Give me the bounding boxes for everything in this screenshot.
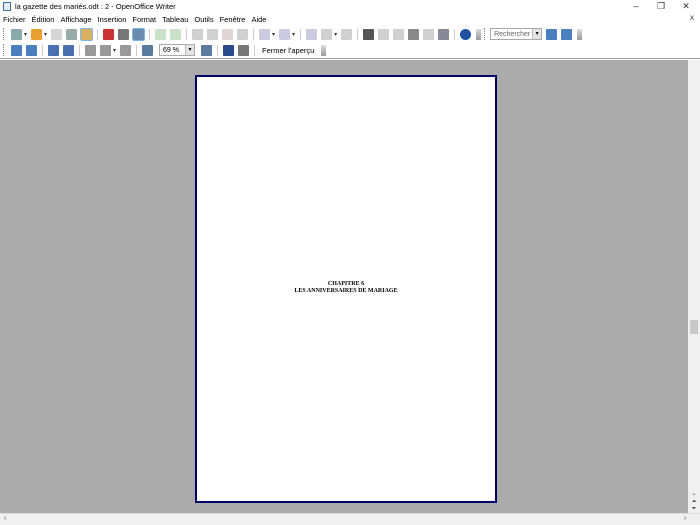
auto-spellcheck-icon[interactable] <box>170 28 182 40</box>
cut-icon[interactable] <box>192 28 204 40</box>
menu-fichier[interactable]: Fichier <box>3 15 26 24</box>
toolbar-grip[interactable] <box>3 44 6 56</box>
book-preview-icon[interactable] <box>120 44 132 56</box>
document-page: CHAPITRE 6 LES ANNIVERSAIRES DE MARIAGE <box>195 75 497 503</box>
help-icon[interactable] <box>460 28 472 40</box>
toolbar-grip[interactable] <box>3 28 6 40</box>
zoom-icon[interactable] <box>438 28 450 40</box>
chevron-down-icon[interactable]: ▾ <box>185 45 195 55</box>
menu-format[interactable]: Format <box>132 15 156 24</box>
previous-page-scroll-icon[interactable]: ⏶ <box>688 499 700 506</box>
spellcheck-icon[interactable] <box>155 28 167 40</box>
menu-outils[interactable]: Outils <box>194 15 213 24</box>
page-preview-toolbar: ▾ 69 % ▾ Fermer l'aperçu <box>0 42 700 59</box>
navigator-icon[interactable] <box>378 28 390 40</box>
zoom-in-icon[interactable] <box>142 44 154 56</box>
toolbar-grip[interactable] <box>484 28 487 40</box>
data-sources-icon[interactable] <box>408 28 420 40</box>
copy-icon[interactable] <box>207 28 219 40</box>
show-draw-functions-icon[interactable] <box>341 28 353 40</box>
standard-toolbar: ▾ ▾ ▾ ▾ ▾ Rechercher ▾ <box>0 26 700 42</box>
paste-icon[interactable] <box>222 28 234 40</box>
scroll-left-icon[interactable]: ‹ <box>4 515 6 522</box>
close-button[interactable]: ✕ <box>672 0 700 13</box>
clone-formatting-icon[interactable] <box>237 28 249 40</box>
close-document-button[interactable]: x <box>690 13 694 22</box>
export-pdf-icon[interactable] <box>103 28 115 40</box>
next-page-icon[interactable] <box>26 44 37 56</box>
nonprinting-characters-icon[interactable] <box>423 28 435 40</box>
table-icon[interactable] <box>321 28 333 40</box>
menu-insertion[interactable]: Insertion <box>98 15 127 24</box>
menu-tableau[interactable]: Tableau <box>162 15 188 24</box>
chapter-subtitle: LES ANNIVERSAIRES DE MARIAGE <box>294 287 398 294</box>
page-preview-icon[interactable] <box>132 27 146 41</box>
minimize-button[interactable]: – <box>622 0 650 13</box>
hyperlink-icon[interactable] <box>306 28 318 40</box>
close-preview-button[interactable]: Fermer l'aperçu <box>262 46 314 55</box>
search-placeholder: Rechercher <box>494 30 531 38</box>
zoom-out-icon[interactable] <box>201 44 213 56</box>
edit-mode-icon[interactable] <box>80 27 94 41</box>
previous-page-icon[interactable] <box>11 44 22 56</box>
scroll-right-icon[interactable]: › <box>684 515 686 522</box>
scrollbar-thumb[interactable] <box>690 320 698 334</box>
restore-button[interactable]: ❐ <box>647 0 675 13</box>
menu-aide[interactable]: Aide <box>251 15 266 24</box>
find-replace-icon[interactable] <box>363 28 375 40</box>
last-page-icon[interactable] <box>63 44 74 56</box>
undo-icon[interactable] <box>259 28 271 40</box>
redo-icon[interactable] <box>279 28 291 40</box>
two-pages-icon[interactable] <box>85 44 96 56</box>
menu-bar: Fichier Édition Affichage Insertion Form… <box>0 13 700 25</box>
scroll-down-icon[interactable]: ⌄ <box>688 490 700 497</box>
window-title: la gazette des mariés.odt : 2 - OpenOffi… <box>15 2 176 11</box>
document-workspace: CHAPITRE 6 LES ANNIVERSAIRES DE MARIAGE <box>0 60 688 513</box>
menu-fenetre[interactable]: Fenêtre <box>220 15 246 24</box>
open-folder-icon[interactable] <box>31 28 43 40</box>
multiple-pages-icon[interactable] <box>100 44 111 56</box>
title-bar: la gazette des mariés.odt : 2 - OpenOffi… <box>0 0 700 13</box>
next-page-scroll-icon[interactable]: ⏷ <box>688 506 700 513</box>
chevron-down-icon[interactable]: ▾ <box>532 29 542 39</box>
search-input[interactable]: Rechercher ▾ <box>490 28 543 40</box>
writer-document-icon <box>3 2 11 11</box>
find-previous-icon[interactable] <box>561 28 573 40</box>
email-icon[interactable] <box>66 28 78 40</box>
zoom-select[interactable]: 69 % ▾ <box>159 44 196 56</box>
print-preview-icon[interactable] <box>238 44 250 56</box>
toolbar-options[interactable] <box>321 44 327 56</box>
vertical-scrollbar[interactable]: ⌄ ⏶ ⏷ <box>688 60 700 513</box>
save-icon[interactable] <box>51 28 63 40</box>
print-icon[interactable] <box>118 28 130 40</box>
new-document-icon[interactable] <box>11 28 22 40</box>
horizontal-scrollbar[interactable]: ‹ › <box>0 513 700 525</box>
find-next-icon[interactable] <box>546 28 558 40</box>
full-screen-icon[interactable] <box>223 44 235 56</box>
toolbar-options[interactable] <box>476 28 482 40</box>
gallery-icon[interactable] <box>393 28 405 40</box>
first-page-icon[interactable] <box>48 44 59 56</box>
menu-edition[interactable]: Édition <box>32 15 55 24</box>
zoom-value: 69 % <box>163 46 179 54</box>
toolbar-options[interactable] <box>577 28 583 40</box>
menu-affichage[interactable]: Affichage <box>60 15 91 24</box>
